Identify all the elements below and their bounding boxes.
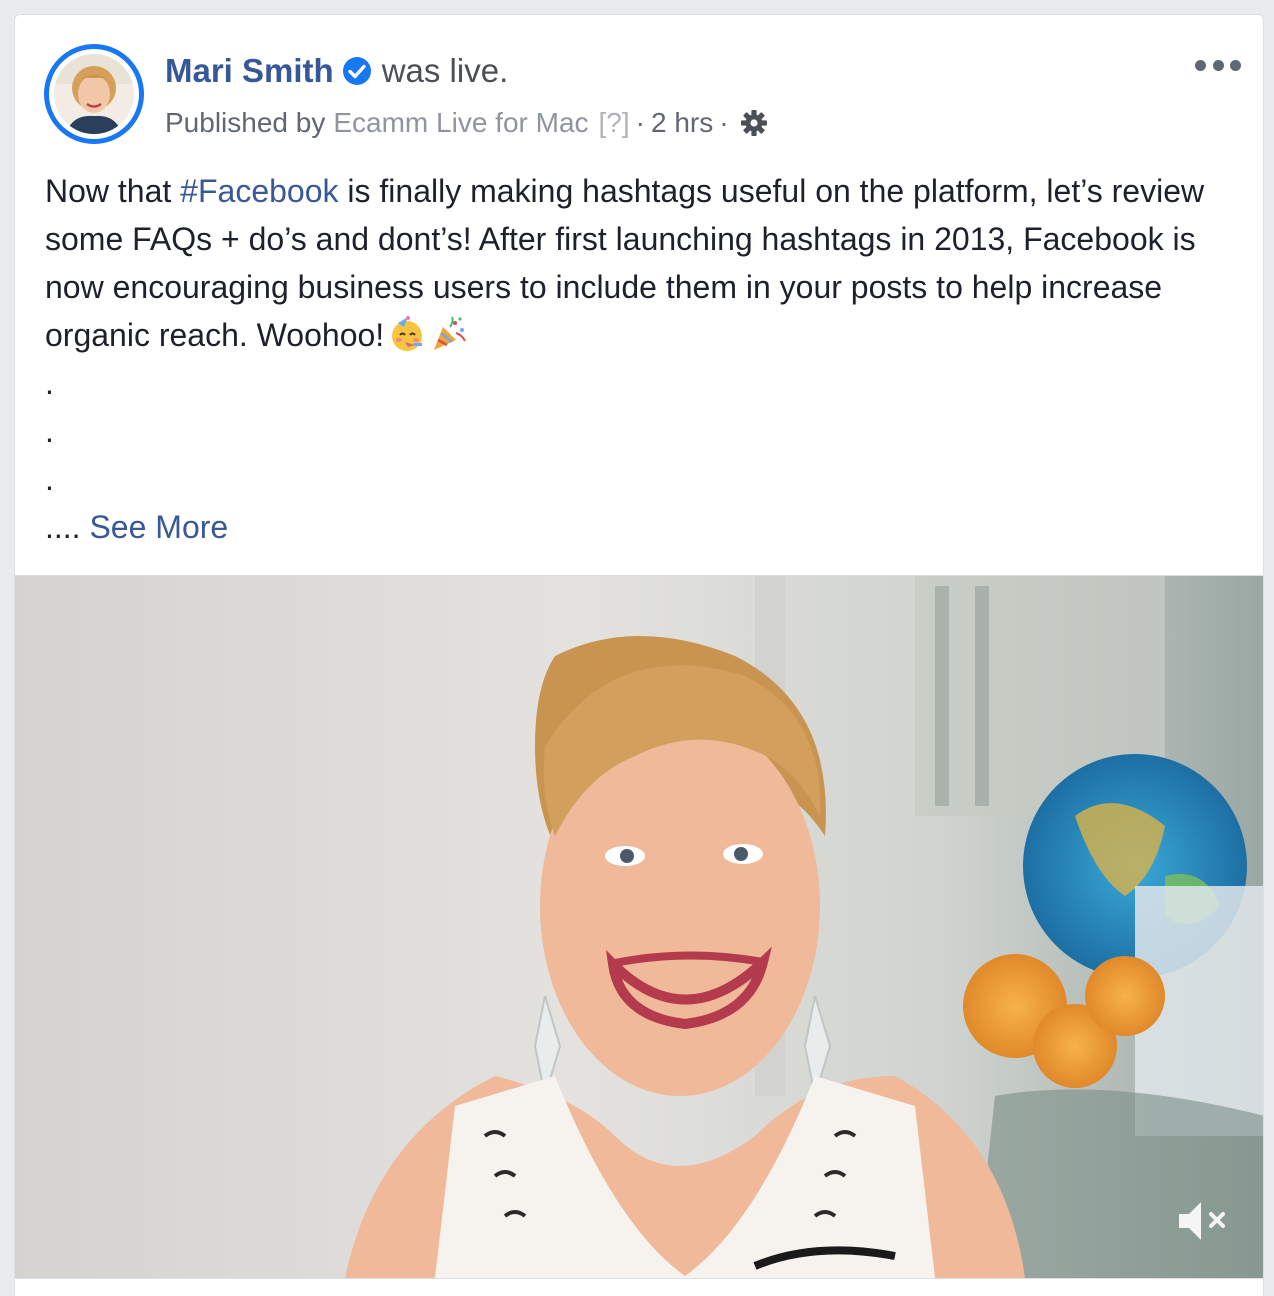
author-name[interactable]: Mari Smith xyxy=(165,52,334,90)
dot-line: . xyxy=(45,413,54,449)
more-dot xyxy=(1230,59,1241,71)
dot-line: . xyxy=(45,365,54,401)
avatar-photo xyxy=(54,54,134,134)
gear-icon[interactable] xyxy=(739,108,769,138)
meta-separator: · xyxy=(635,107,645,138)
ellipsis: .... xyxy=(45,509,81,545)
party-popper-icon xyxy=(430,315,468,353)
post-header-title: Mari Smith was live. xyxy=(165,51,508,91)
meta-separator: · xyxy=(719,107,729,138)
verified-badge-icon xyxy=(342,56,372,86)
dot-line: . xyxy=(45,461,54,497)
hashtag-link[interactable]: #Facebook xyxy=(180,173,338,209)
post-timestamp[interactable]: 2 hrs xyxy=(651,107,713,139)
more-dot xyxy=(1212,59,1224,71)
post-action: was live. xyxy=(381,52,509,89)
see-more-line: .... See More xyxy=(45,503,1245,551)
action-bar-edge xyxy=(15,1278,1263,1296)
post-body: Now that #Facebook is finally making has… xyxy=(45,167,1245,359)
more-dot xyxy=(1195,59,1206,71)
partying-face-icon xyxy=(388,315,426,353)
more-options-icon[interactable] xyxy=(1195,55,1241,75)
post-text: Now that #Facebook is finally making has… xyxy=(45,167,1245,551)
see-more-link[interactable]: See More xyxy=(89,509,228,545)
help-marker[interactable]: [?] xyxy=(599,107,630,139)
app-name-link[interactable]: Ecamm Live for Mac xyxy=(333,107,588,139)
post-meta: Published by Ecamm Live for Mac [?] · 2 … xyxy=(165,103,769,143)
avatar[interactable] xyxy=(44,44,144,144)
video-player[interactable] xyxy=(15,576,1263,1278)
post-text-part: Now that xyxy=(45,173,181,209)
video-frame xyxy=(15,576,1263,1278)
post-card: Mari Smith was live. Published by Ecamm … xyxy=(14,14,1264,1296)
published-prefix: Published by xyxy=(165,107,326,138)
speaker-muted-icon[interactable] xyxy=(1175,1196,1231,1246)
